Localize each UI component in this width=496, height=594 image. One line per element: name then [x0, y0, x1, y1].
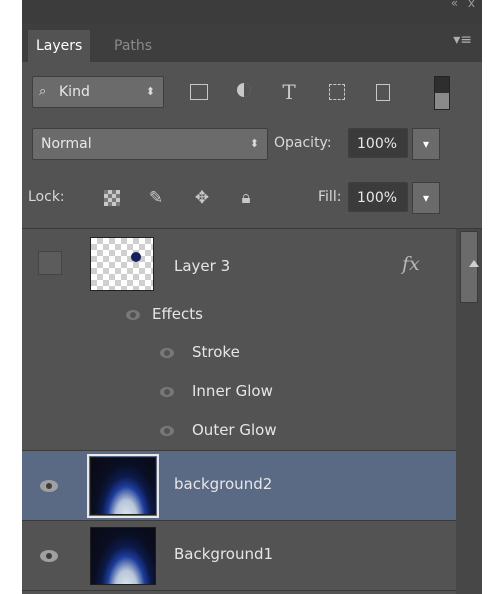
- opacity-input[interactable]: 100%: [348, 128, 408, 158]
- lock-label: Lock:: [28, 189, 65, 205]
- fx-icon[interactable]: fx: [402, 253, 420, 275]
- type-filter-icon[interactable]: T: [278, 82, 300, 102]
- layer-name: Layer 3: [174, 257, 231, 275]
- layer-name: Background1: [174, 545, 274, 563]
- lock-row: Lock: ✎ ✥ 🔒︎ Fill: 100% ▾: [22, 166, 482, 229]
- lock-image-pixels-icon[interactable]: ✎: [146, 188, 166, 208]
- layer-thumbnail: [90, 527, 156, 585]
- tab-layers[interactable]: Layers: [28, 30, 91, 62]
- updown-arrows-icon: ⬍: [249, 137, 259, 150]
- panel-menu-icon[interactable]: ▾≡: [453, 32, 472, 48]
- fill-dropdown-button[interactable]: ▾: [412, 182, 440, 214]
- lock-all-icon[interactable]: 🔒︎: [236, 188, 256, 208]
- panel-title-strip: « x: [22, 0, 482, 24]
- blend-mode-select[interactable]: Normal ⬍: [32, 128, 268, 160]
- layers-list: Layer 3 fx Effects Stroke Inner Glow Out…: [22, 229, 482, 594]
- effect-label: Stroke: [192, 343, 240, 361]
- pixel-filter-icon[interactable]: [188, 82, 210, 102]
- opacity-label: Opacity:: [274, 135, 332, 151]
- fill-label: Fill:: [318, 189, 342, 205]
- layer-row-background2[interactable]: background2: [22, 451, 456, 521]
- blend-mode-value: Normal: [41, 136, 92, 152]
- smart-object-filter-icon[interactable]: [372, 82, 394, 102]
- eye-icon[interactable]: [126, 310, 140, 320]
- layers-scrollbar[interactable]: [456, 229, 482, 594]
- layer-thumbnail: [90, 237, 154, 291]
- filter-toggle-icon[interactable]: [434, 76, 450, 110]
- effect-label: Outer Glow: [192, 421, 277, 439]
- tab-paths[interactable]: Paths: [106, 30, 160, 62]
- scrollbar-thumb[interactable]: [460, 231, 479, 303]
- eye-icon[interactable]: [40, 480, 58, 492]
- filter-row: ⌕ Kind ⬍ T: [22, 62, 482, 122]
- layers-panel: « x Layers Paths ▾≡ ⌕ Kind ⬍ T Normal ⬍ …: [22, 0, 482, 594]
- shape-filter-icon[interactable]: [326, 82, 348, 102]
- scroll-up-icon: [469, 260, 479, 267]
- eye-icon[interactable]: [160, 348, 174, 358]
- lock-transparent-pixels-icon[interactable]: [102, 188, 122, 208]
- effect-label: Inner Glow: [192, 382, 273, 400]
- visibility-toggle-empty[interactable]: [38, 251, 62, 275]
- kind-filter-select[interactable]: ⌕ Kind ⬍: [32, 76, 164, 108]
- fill-input[interactable]: 100%: [348, 182, 408, 212]
- lock-position-icon[interactable]: ✥: [192, 188, 212, 208]
- layer-thumbnail: [87, 454, 159, 518]
- layer-row-layer-3[interactable]: Layer 3 fx Effects Stroke Inner Glow Out…: [22, 229, 456, 451]
- panel-tab-bar: Layers Paths ▾≡: [22, 24, 482, 62]
- layer-row-background1[interactable]: Background1: [22, 521, 456, 591]
- layer-name: background2: [174, 475, 273, 493]
- search-icon: ⌕: [39, 84, 47, 99]
- updown-arrows-icon: ⬍: [145, 85, 155, 98]
- adjustment-filter-icon[interactable]: [234, 82, 256, 102]
- eye-icon[interactable]: [160, 426, 174, 436]
- effects-label: Effects: [152, 305, 203, 323]
- opacity-dropdown-button[interactable]: ▾: [412, 128, 440, 160]
- window-controls[interactable]: « x: [451, 0, 478, 10]
- blend-row: Normal ⬍ Opacity: 100% ▾: [22, 122, 482, 166]
- kind-filter-label: Kind: [59, 84, 90, 100]
- eye-icon[interactable]: [160, 387, 174, 397]
- eye-icon[interactable]: [40, 550, 58, 562]
